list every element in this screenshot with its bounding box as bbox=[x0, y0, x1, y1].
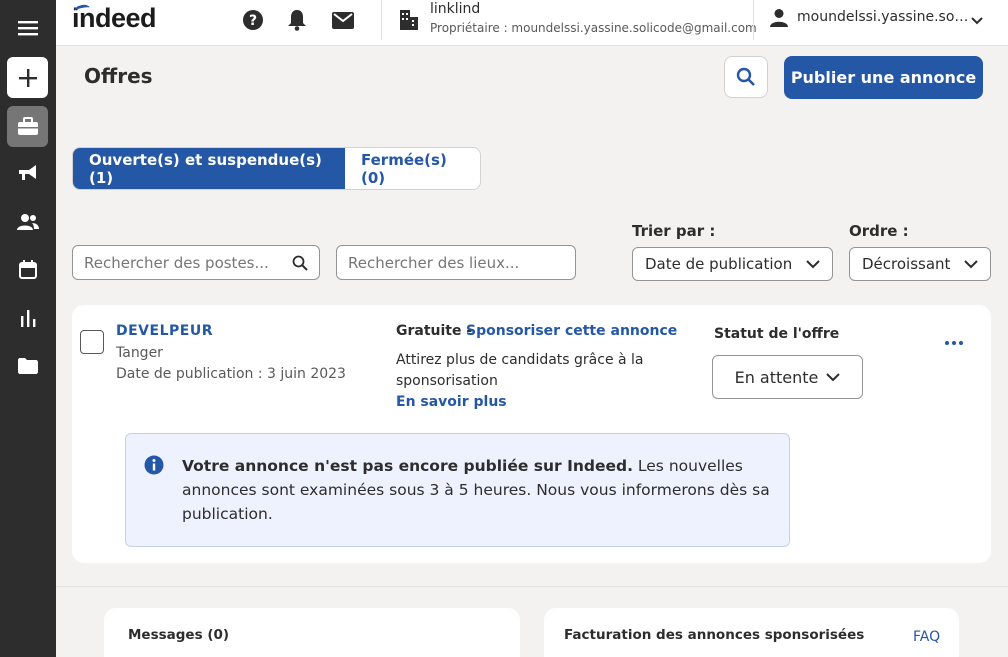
sort-by-value: Date de publication bbox=[645, 255, 793, 273]
chevron-down-icon bbox=[806, 260, 820, 269]
left-rail bbox=[0, 0, 56, 657]
job-status-tabs: Ouverte(s) et suspendue(s) (1) Fermée(s)… bbox=[72, 147, 481, 190]
messages-panel: Messages (0) bbox=[104, 608, 520, 657]
company-owner: Propriétaire : moundelssi.yassine.solico… bbox=[430, 21, 757, 35]
user-name[interactable]: moundelssi.yassine.solicode@gmail.com bbox=[797, 9, 969, 25]
chevron-down-icon bbox=[964, 260, 978, 269]
order-value: Décroissant bbox=[862, 255, 951, 273]
job-select-checkbox[interactable] bbox=[80, 330, 104, 354]
user-icon[interactable] bbox=[769, 8, 789, 32]
job-status-select[interactable]: En attente bbox=[712, 355, 863, 399]
search-posts-field bbox=[72, 245, 320, 280]
messages-title[interactable]: Messages (0) bbox=[128, 627, 229, 643]
notice-bold-text: Votre annonce n'est pas encore publiée s… bbox=[182, 457, 633, 475]
create-plus-icon[interactable] bbox=[7, 57, 48, 98]
sponsor-description: Attirez plus de candidats grâce à la spo… bbox=[396, 352, 644, 389]
job-location: Tanger bbox=[116, 345, 163, 361]
search-places-input[interactable] bbox=[348, 253, 564, 272]
job-status-label: Statut de l'offre bbox=[714, 326, 840, 342]
top-bar: indeed ? linklind Propriétaire : moundel… bbox=[56, 0, 1008, 46]
search-places-field bbox=[336, 245, 576, 280]
search-icon bbox=[736, 67, 755, 86]
learn-more-link[interactable]: En savoir plus bbox=[396, 394, 507, 410]
help-icon[interactable]: ? bbox=[241, 8, 265, 32]
chevron-down-icon bbox=[826, 373, 841, 382]
billing-title: Facturation des annonces sponsorisées bbox=[564, 627, 865, 643]
order-label: Ordre : bbox=[849, 222, 909, 240]
page-title: Offres bbox=[84, 64, 153, 88]
pending-review-notice: Votre annonce n'est pas encore publiée s… bbox=[125, 433, 790, 547]
info-icon bbox=[144, 455, 164, 479]
faq-link[interactable]: FAQ bbox=[913, 629, 940, 645]
free-label: Gratuite - bbox=[396, 323, 473, 339]
billing-panel: Facturation des annonces sponsorisées FA… bbox=[544, 608, 959, 657]
people-icon[interactable] bbox=[7, 201, 48, 242]
job-publish-date: Date de publication : 3 juin 2023 bbox=[116, 366, 346, 382]
publish-job-button[interactable]: Publier une annonce bbox=[784, 56, 983, 99]
more-options-icon[interactable] bbox=[940, 333, 968, 353]
job-title-link[interactable]: DEVELPEUR bbox=[116, 323, 213, 339]
tab-open-suspended[interactable]: Ouverte(s) et suspendue(s) (1) bbox=[73, 148, 345, 189]
order-select[interactable]: Décroissant bbox=[849, 247, 991, 281]
briefcase-icon[interactable] bbox=[7, 106, 48, 147]
job-status-value: En attente bbox=[734, 367, 819, 387]
chevron-down-icon[interactable] bbox=[971, 11, 983, 30]
bell-icon[interactable] bbox=[285, 8, 309, 32]
folder-icon[interactable] bbox=[7, 345, 48, 386]
sponsor-job-link[interactable]: Sponsoriser cette annonce bbox=[466, 323, 677, 339]
notice-text: Votre annonce n'est pas encore publiée s… bbox=[182, 454, 772, 526]
sort-by-label: Trier par : bbox=[632, 222, 716, 240]
tab-closed[interactable]: Fermée(s) (0) bbox=[345, 148, 480, 189]
menu-icon[interactable] bbox=[7, 7, 48, 48]
building-icon bbox=[399, 9, 419, 35]
search-button[interactable] bbox=[724, 56, 768, 98]
company-name[interactable]: linklind bbox=[430, 1, 480, 17]
search-posts-input[interactable] bbox=[84, 253, 308, 272]
svg-text:?: ? bbox=[249, 13, 257, 29]
indeed-logo[interactable]: indeed bbox=[72, 3, 157, 34]
calendar-icon[interactable] bbox=[7, 249, 48, 290]
job-card: DEVELPEUR Tanger Date de publication : 3… bbox=[72, 305, 991, 563]
sort-by-select[interactable]: Date de publication bbox=[632, 247, 833, 281]
topbar-divider bbox=[381, 0, 382, 40]
search-icon[interactable] bbox=[292, 255, 308, 275]
mail-icon[interactable] bbox=[331, 8, 355, 32]
bar-chart-icon[interactable] bbox=[7, 297, 48, 338]
megaphone-icon[interactable] bbox=[7, 152, 48, 193]
section-divider bbox=[56, 586, 1008, 587]
topbar-divider bbox=[753, 0, 754, 40]
